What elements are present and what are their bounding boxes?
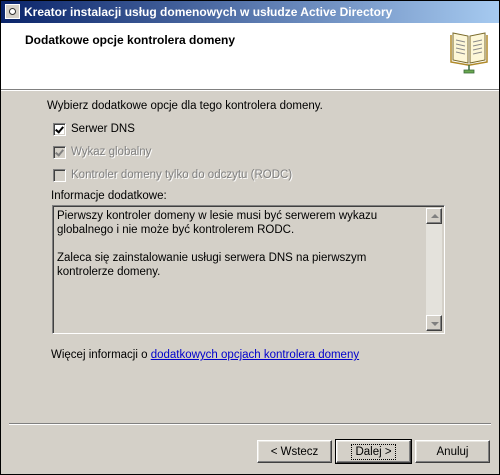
additional-info-label: Informacje dodatkowe: (51, 190, 167, 202)
more-info-link[interactable]: dodatkowych opcjach kontrolera domeny (151, 349, 359, 361)
intro-text: Wybierz dodatkowe opcje dla tego kontrol… (47, 100, 323, 112)
wizard-content: Wybierz dodatkowe opcje dla tego kontrol… (1, 91, 499, 426)
additional-info-box[interactable]: Pierwszy kontroler domeny w lesie musi b… (52, 205, 445, 334)
checkbox-rodc: Kontroler domeny tylko do odczytu (RODC) (53, 168, 292, 182)
more-info: Więcej informacji o dodatkowych opcjach … (51, 349, 359, 361)
next-button-label: Dalej > (351, 443, 396, 460)
book-icon (450, 32, 488, 74)
checkbox-dns-server[interactable]: Serwer DNS (53, 122, 135, 136)
arrow-up-icon (431, 214, 439, 218)
more-info-prefix: Więcej informacji o (51, 349, 151, 361)
checkbox-dns-server-label[interactable]: Serwer DNS (71, 123, 135, 135)
checkbox-global-catalog: Wykaz globalny (53, 145, 151, 159)
next-button[interactable]: Dalej > (335, 439, 412, 464)
info-scrollbar[interactable] (426, 208, 442, 331)
app-icon[interactable] (5, 4, 20, 19)
back-button[interactable]: < Wstecz (257, 440, 332, 463)
checkbox-rodc-label: Kontroler domeny tylko do odczytu (RODC) (71, 169, 293, 181)
wizard-header: Dodatkowe opcje kontrolera domeny (1, 23, 499, 90)
additional-info-text: Pierwszy kontroler domeny w lesie musi b… (57, 210, 378, 278)
arrow-down-icon (431, 322, 439, 326)
checkbox-rodc-box (53, 168, 66, 182)
checkbox-global-catalog-box (53, 145, 66, 159)
back-button-label: < Wstecz (270, 445, 319, 458)
checkbox-global-catalog-label: Wykaz globalny (71, 146, 152, 158)
cancel-button-label: Anuluj (436, 445, 469, 458)
title-bar[interactable]: Kreator instalacji usług domenowych w us… (1, 1, 499, 23)
scroll-down-button[interactable] (426, 315, 442, 331)
wizard-window: Kreator instalacji usług domenowych w us… (0, 0, 500, 475)
page-title: Dodatkowe opcje kontrolera domeny (25, 33, 236, 47)
window-title: Kreator instalacji usług domenowych w us… (24, 5, 393, 19)
checkbox-dns-server-box[interactable] (53, 122, 66, 136)
cancel-button[interactable]: Anuluj (415, 440, 490, 463)
footer-divider (9, 423, 491, 425)
scroll-up-button[interactable] (426, 208, 442, 224)
